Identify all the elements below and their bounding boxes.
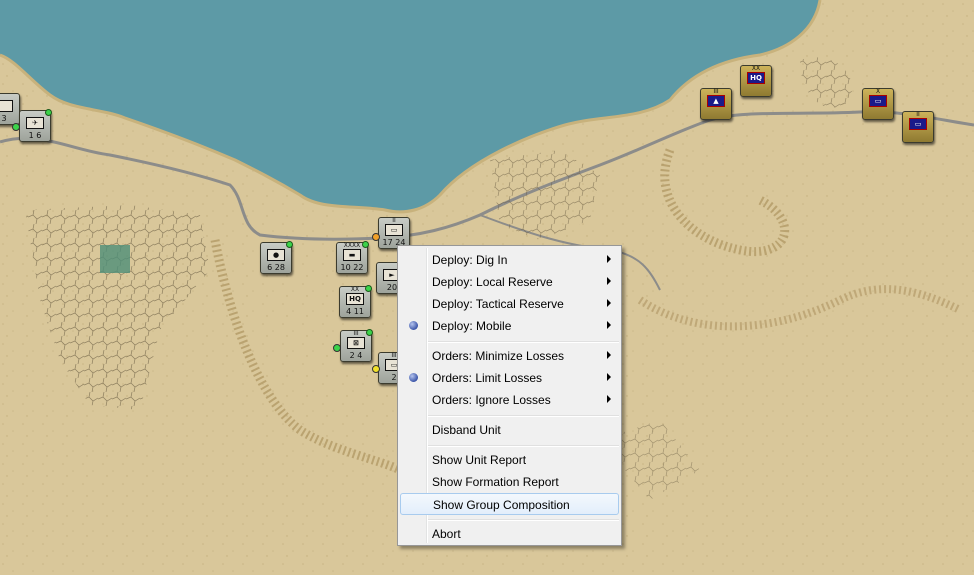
enemy-unit-counter[interactable]: XX HQ: [740, 65, 772, 97]
menu-separator: [428, 341, 619, 343]
menu-item-label: Show Unit Report: [432, 453, 527, 467]
menu-item-label: Deploy: Local Reserve: [432, 275, 553, 289]
armor-icon: ▭: [909, 118, 927, 130]
yellow-status-dot: [372, 365, 380, 373]
menu-separator: [428, 415, 619, 417]
air-unit-icon: ✈: [26, 117, 44, 129]
menu-item-orders-ignore-losses[interactable]: Orders: Ignore Losses: [400, 389, 619, 411]
unit-strength: 6 28: [267, 263, 285, 272]
unit-strength: 2 4: [349, 351, 363, 360]
unit-counter[interactable]: 3: [0, 93, 20, 125]
unit-strength: 3: [1, 114, 7, 123]
menu-item-label: Show Formation Report: [432, 475, 559, 489]
submenu-arrow-icon: [607, 255, 611, 263]
radio-checked-icon: [409, 373, 418, 382]
menu-item-deploy-tactical-reserve[interactable]: Deploy: Tactical Reserve: [400, 293, 619, 315]
status-led: [365, 285, 372, 292]
armor-icon: ▬: [343, 249, 361, 261]
context-menu: Deploy: Dig In Deploy: Local Reserve Dep…: [397, 245, 622, 546]
status-led: [362, 241, 369, 248]
hq-icon: HQ: [346, 293, 364, 305]
green-status-dot: [333, 344, 341, 352]
artillery-icon: ●: [267, 249, 285, 261]
menu-item-deploy-mobile[interactable]: Deploy: Mobile: [400, 315, 619, 337]
menu-item-orders-minimize-losses[interactable]: Orders: Minimize Losses: [400, 345, 619, 367]
menu-item-label: Orders: Ignore Losses: [432, 393, 551, 407]
submenu-arrow-icon: [607, 395, 611, 403]
menu-item-label: Abort: [432, 527, 461, 541]
menu-item-show-formation-report[interactable]: Show Formation Report: [400, 471, 619, 493]
hq-icon: HQ: [747, 72, 765, 84]
submenu-arrow-icon: [607, 277, 611, 285]
menu-separator: [428, 519, 619, 521]
menu-item-label: Disband Unit: [432, 423, 501, 437]
menu-item-show-group-composition[interactable]: Show Group Composition: [400, 493, 619, 515]
unit-strength: 10 22: [340, 263, 364, 272]
menu-item-disband-unit[interactable]: Disband Unit: [400, 419, 619, 441]
menu-item-label: Orders: Limit Losses: [432, 371, 543, 385]
menu-item-label: Deploy: Dig In: [432, 253, 508, 267]
infantry-icon: ⊠: [347, 337, 365, 349]
orange-status-dot: [372, 233, 380, 241]
menu-item-label: Deploy: Mobile: [432, 319, 512, 333]
menu-item-label: Orders: Minimize Losses: [432, 349, 565, 363]
armor-icon: ▭: [869, 95, 887, 107]
menu-item-deploy-dig-in[interactable]: Deploy: Dig In: [400, 249, 619, 271]
unit-counter[interactable]: XX HQ 4 11: [339, 285, 372, 318]
submenu-arrow-icon: [607, 351, 611, 359]
unit-counter[interactable]: III ⊠ 2 4: [340, 329, 373, 362]
status-led: [286, 241, 293, 248]
unit-strength: 4 11: [346, 307, 364, 316]
submenu-arrow-icon: [607, 321, 611, 329]
menu-item-label: Deploy: Tactical Reserve: [432, 297, 564, 311]
unit-type-icon: [0, 100, 13, 112]
unit-counter[interactable]: XXXX ▬ 10 22: [336, 241, 369, 274]
status-led: [45, 109, 52, 116]
submenu-arrow-icon: [607, 373, 611, 381]
menu-separator: [428, 445, 619, 447]
oasis: [100, 245, 130, 273]
menu-item-orders-limit-losses[interactable]: Orders: Limit Losses: [400, 367, 619, 389]
menu-item-abort[interactable]: Abort: [400, 523, 619, 545]
armor-icon: ▭: [385, 224, 403, 236]
unit-counter[interactable]: ● 6 28: [260, 241, 293, 274]
status-led: [366, 329, 373, 336]
unit-counter[interactable]: ✈ 1 6: [19, 109, 52, 142]
menu-item-show-unit-report[interactable]: Show Unit Report: [400, 449, 619, 471]
unit-strength: 1 6: [28, 131, 42, 140]
enemy-unit-counter[interactable]: III ▲: [700, 88, 732, 120]
mountain-unit-icon: ▲: [707, 95, 725, 107]
green-status-dot: [12, 123, 20, 131]
enemy-unit-counter[interactable]: II ▭: [902, 111, 934, 143]
enemy-unit-counter[interactable]: X ▭: [862, 88, 894, 120]
menu-item-deploy-local-reserve[interactable]: Deploy: Local Reserve: [400, 271, 619, 293]
radio-checked-icon: [409, 321, 418, 330]
submenu-arrow-icon: [607, 299, 611, 307]
menu-item-label: Show Group Composition: [433, 498, 570, 512]
